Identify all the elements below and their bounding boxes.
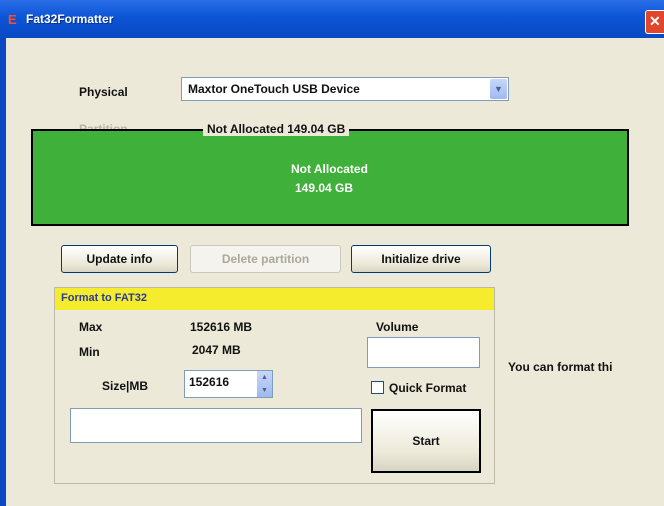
close-icon: ✕: [649, 13, 661, 29]
size-value: 152616: [189, 375, 230, 389]
window-title: Fat32Formatter: [26, 12, 114, 26]
max-label: Max: [79, 320, 103, 334]
app-window: E Fat32Formatter ✕ Physical Maxtor OneTo…: [0, 0, 664, 506]
volume-input[interactable]: [367, 337, 480, 368]
side-note: You can format thi: [508, 360, 613, 374]
initialize-drive-button[interactable]: Initialize drive: [351, 245, 491, 273]
chevron-up-icon[interactable]: ▲: [257, 371, 272, 384]
min-value: 2047 MB: [192, 343, 241, 357]
delete-partition-button[interactable]: Delete partition: [190, 245, 341, 273]
quick-format-checkbox[interactable]: [371, 381, 384, 394]
size-spinner[interactable]: ▲ ▼: [257, 371, 272, 397]
physical-label: Physical: [79, 85, 128, 99]
start-button[interactable]: Start: [371, 409, 481, 473]
size-stepper[interactable]: 152616 ▲ ▼: [184, 370, 273, 398]
partition-segment-label: Not Allocated: [291, 162, 368, 176]
max-value: 152616 MB: [190, 320, 253, 334]
physical-device-select[interactable]: Maxtor OneTouch USB Device ▼: [181, 77, 509, 101]
partition-caption: Not Allocated 149.04 GB: [203, 122, 350, 136]
format-group-header: Format to FAT32: [55, 288, 494, 310]
partition-map[interactable]: Not Allocated 149.04 GB: [31, 129, 629, 226]
partition-segment-size: 149.04 GB: [295, 181, 354, 195]
selected-device: Maxtor OneTouch USB Device: [188, 82, 360, 96]
chevron-down-icon[interactable]: ▼: [257, 384, 272, 397]
app-icon: E: [8, 12, 17, 27]
close-button[interactable]: ✕: [645, 10, 664, 34]
format-group-title: Format to FAT32: [61, 292, 147, 304]
title-bar[interactable]: E Fat32Formatter ✕: [0, 0, 664, 38]
quick-format-label: Quick Format: [389, 381, 467, 395]
update-info-button[interactable]: Update info: [61, 245, 178, 273]
size-label: Size|MB: [102, 379, 149, 393]
chevron-down-icon[interactable]: ▼: [490, 79, 507, 99]
min-label: Min: [79, 345, 100, 359]
volume-label: Volume: [376, 320, 419, 334]
status-field[interactable]: [70, 408, 362, 443]
window-border: [0, 38, 6, 506]
